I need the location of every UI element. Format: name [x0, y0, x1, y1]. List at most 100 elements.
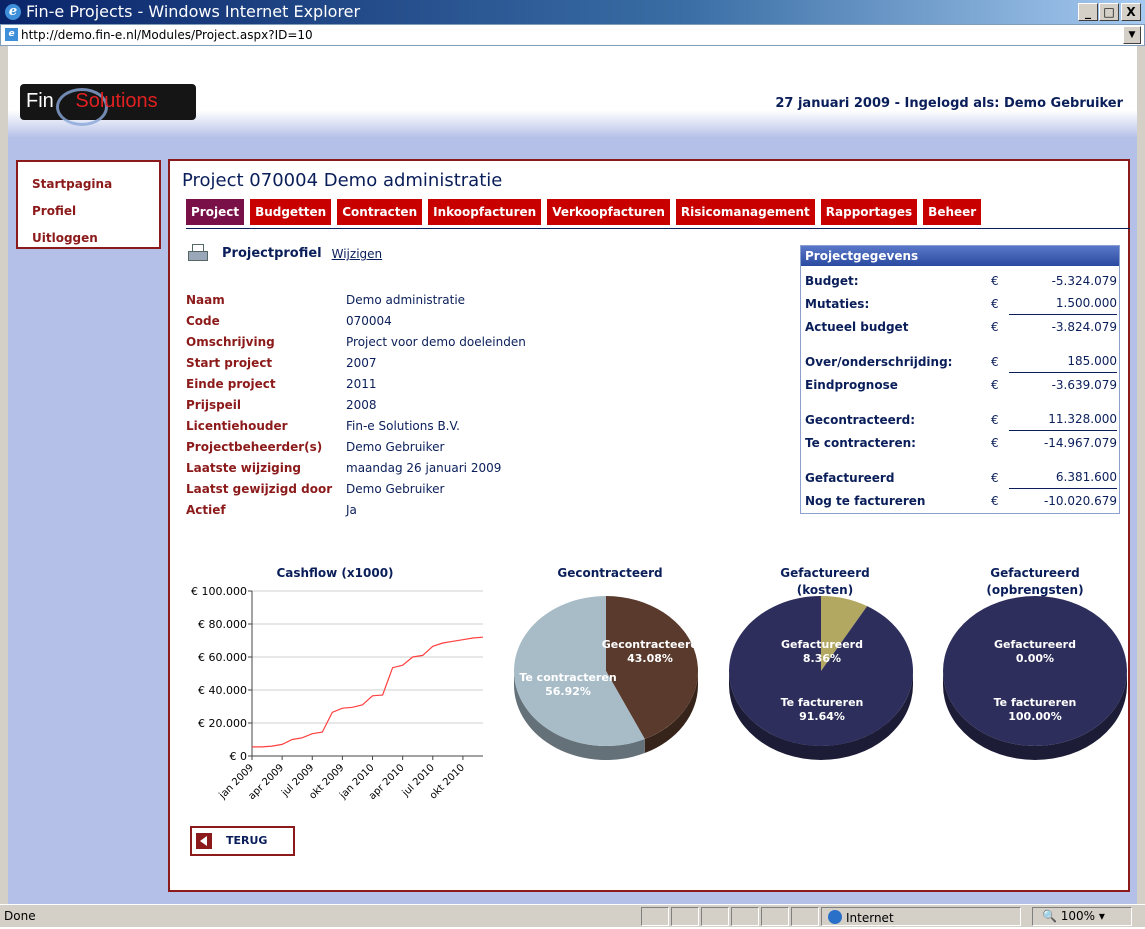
field-value: Ja [346, 503, 357, 517]
tab-verkoopfacturen[interactable]: Verkoopfacturen [547, 199, 670, 225]
login-dateline: 27 januari 2009 - Ingelogd als: Demo Geb… [775, 96, 1123, 111]
field-value: Demo Gebruiker [346, 482, 445, 496]
zoom-level: 100% [1060, 909, 1096, 923]
y-tick-label: € 60.000 [198, 651, 247, 664]
menu-item-profiel[interactable]: Profiel [32, 198, 145, 225]
field-row: Licentiehouder Fin-e Solutions B.V. [186, 416, 526, 437]
pie-slice-value: 8.36% [803, 652, 841, 665]
currency-symbol: € [991, 320, 999, 334]
field-row: Actief Ja [186, 500, 526, 521]
financial-row: Budget: € -5.324.079 [801, 270, 1119, 293]
ie-icon: e [5, 4, 21, 20]
pie-slice-label: Te contracteren [519, 671, 616, 684]
field-value: Demo Gebruiker [346, 440, 445, 454]
gefactureerd-kosten-pie-chart: Gefactureerd8.36% Te factureren91.64% [729, 596, 913, 760]
financial-value: -10.020.679 [1043, 494, 1117, 508]
fin-e-logo[interactable]: Fin Solutions [20, 84, 196, 126]
y-tick-label: € 80.000 [198, 618, 247, 631]
address-bar[interactable]: e http://demo.fin-e.nl/Modules/Project.a… [0, 24, 1145, 46]
maximize-button[interactable]: □ [1099, 3, 1119, 21]
financial-row: Gecontracteerd: €11.328.000 [801, 409, 1119, 432]
cashflow-chart-title: Cashflow (x1000) [276, 566, 394, 580]
pie-slice-label: Te factureren [994, 696, 1077, 709]
field-row: Start project 2007 [186, 353, 526, 374]
pie-slice-label: Gefactureerd [781, 638, 863, 651]
field-label: Einde project [186, 377, 276, 391]
page-title: Project 070004 Demo administratie [182, 170, 503, 191]
address-dropdown-icon[interactable]: ▼ [1123, 26, 1141, 44]
tab-rapportages[interactable]: Rapportages [820, 199, 918, 225]
zoom-control[interactable]: 🔍 100% ▾ [1042, 905, 1105, 927]
field-label: Actief [186, 503, 226, 517]
profile-title: Projectprofiel [222, 246, 322, 261]
financial-row: Actueel budget € -3.824.079 [801, 316, 1119, 339]
back-arrow-icon [196, 833, 212, 849]
profile-heading: Projectprofiel Wijzigen [186, 243, 382, 267]
field-value: 2007 [346, 356, 377, 370]
printer-icon[interactable] [186, 243, 210, 263]
tab-contracten[interactable]: Contracten [337, 199, 423, 225]
security-zone[interactable]: Internet [828, 907, 894, 929]
logo-text-fin: Fin [26, 90, 54, 112]
financial-label: Nog te factureren [805, 494, 926, 508]
gecontracteerd-pie-chart: Gecontracteerd43.08% Te contracteren56.92… [514, 596, 699, 760]
financial-value: 6.381.600 [1009, 467, 1117, 489]
address-text[interactable]: http://demo.fin-e.nl/Modules/Project.asp… [21, 28, 313, 42]
logo-text-solutions: Solutions [75, 90, 158, 112]
field-label: Licentiehouder [186, 419, 288, 433]
zoom-icon: 🔍 [1042, 909, 1057, 923]
project-fields: Naam Demo administratie Code 070004 Omschrij… [186, 290, 526, 521]
financial-row: Gefactureerd €6.381.600 [801, 467, 1119, 490]
financial-value: 11.328.000 [1009, 409, 1117, 431]
field-row: Omschrijving Project voor demo doeleinden [186, 332, 526, 353]
field-value: 2008 [346, 398, 377, 412]
pie-slice-label: Gecontracteerd [602, 638, 699, 651]
field-label: Start project [186, 356, 273, 370]
financial-row: Eindprognose € -3.639.079 [801, 374, 1119, 397]
field-value: 2011 [346, 377, 377, 391]
currency-symbol: € [991, 436, 999, 450]
field-row: Einde project 2011 [186, 374, 526, 395]
projectgegevens-title: Projectgegevens [801, 246, 1119, 266]
field-row: Code 070004 [186, 311, 526, 332]
tab-beheer[interactable]: Beheer [923, 199, 982, 225]
field-label: Prijspeil [186, 398, 242, 412]
tab-inkoopfacturen[interactable]: Inkoopfacturen [428, 199, 542, 225]
currency-symbol: € [991, 471, 999, 485]
pie-slice-value: 91.64% [799, 710, 845, 723]
status-text: Done [4, 909, 36, 923]
status-bar: Done Internet 🔍 100% ▾ [0, 904, 1145, 927]
pie-slice-label: Te factureren [781, 696, 864, 709]
cashflow-chart: € 100.000 € 80.000 € 60.000 € 40.000 € 20.00… [191, 585, 484, 801]
field-value: Project voor demo doeleinden [346, 335, 526, 349]
tab-risicomanagement[interactable]: Risicomanagement [675, 199, 815, 225]
pie-slice [729, 596, 913, 746]
pie-slice-label: Gefactureerd [994, 638, 1076, 651]
field-label: Projectbeheerder(s) [186, 440, 323, 454]
financial-label: Gecontracteerd: [805, 413, 916, 427]
edit-link[interactable]: Wijzigen [332, 243, 383, 265]
currency-symbol: € [991, 413, 999, 427]
menu-item-startpagina[interactable]: Startpagina [32, 171, 145, 198]
page-content: Fin Solutions 27 januari 2009 - Ingelogd… [8, 46, 1137, 904]
financial-value: -3.639.079 [1051, 378, 1117, 392]
financial-label: Te contracteren: [805, 436, 916, 450]
financial-label: Eindprognose [805, 378, 898, 392]
financial-row: Mutaties: €1.500.000 [801, 293, 1119, 316]
minimize-button[interactable]: _ [1078, 3, 1098, 21]
window-title: Fin-e Projects - Windows Internet Explor… [26, 2, 361, 21]
back-button[interactable]: TERUG [190, 826, 295, 856]
financial-value: -3.824.079 [1051, 320, 1117, 334]
menu-item-uitloggen[interactable]: Uitloggen [32, 225, 145, 252]
field-row: Laatste wijziging maandag 26 januari 2009 [186, 458, 526, 479]
field-value: maandag 26 januari 2009 [346, 461, 502, 475]
tab-divider [186, 228, 1130, 229]
field-row: Projectbeheerder(s) Demo Gebruiker [186, 437, 526, 458]
tab-project[interactable]: Project [186, 199, 245, 225]
pie-slice-value: 100.00% [1008, 710, 1061, 723]
financial-label: Budget: [805, 274, 859, 288]
field-row: Prijspeil 2008 [186, 395, 526, 416]
currency-symbol: € [991, 297, 999, 311]
tab-budgetten[interactable]: Budgetten [250, 199, 332, 225]
close-button[interactable]: X [1121, 3, 1141, 21]
